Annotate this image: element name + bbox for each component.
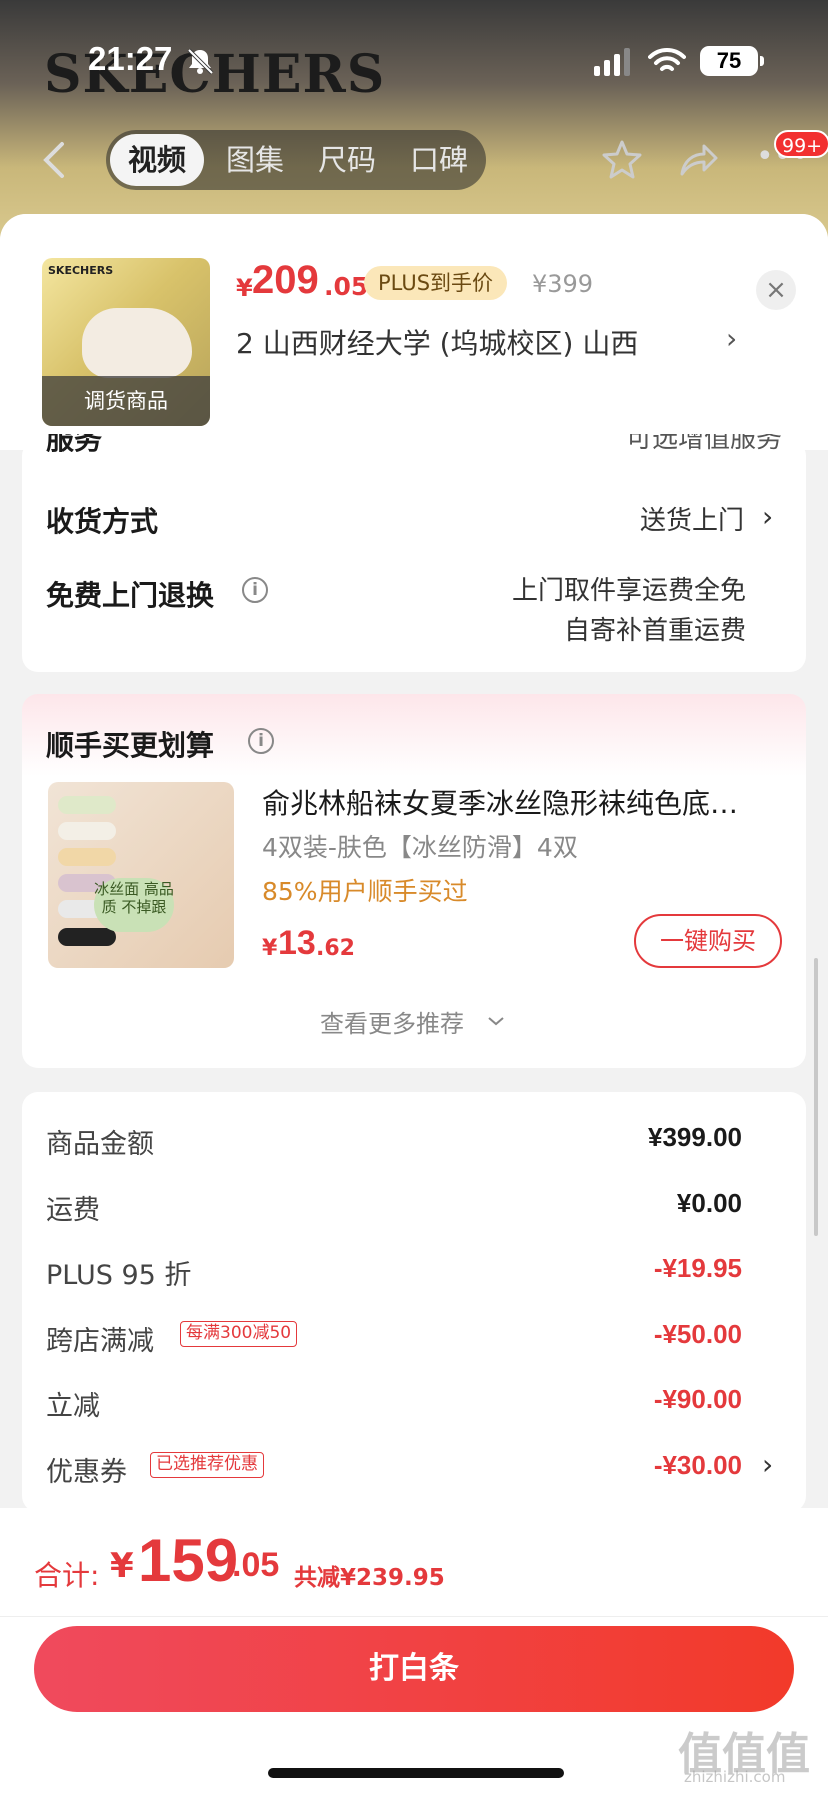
close-icon[interactable]: × (756, 270, 796, 310)
bundle-price-integer: 13 (278, 924, 316, 962)
info-icon[interactable]: i (242, 577, 268, 603)
summary-value[interactable]: -¥30.00 (540, 1450, 742, 1481)
signal-icon (594, 48, 630, 76)
pay-with-baitiao-button[interactable]: 打白条 (34, 1626, 794, 1712)
product-thumbnail[interactable]: SKECHERS 调货商品 (42, 258, 210, 426)
service-row[interactable]: 服务 可选增值服务 (46, 434, 782, 452)
delivery-address[interactable]: 2 山西财经大学 (坞城校区) 山西 (236, 322, 638, 362)
summary-label: 跨店满减 (46, 1325, 154, 1357)
info-icon[interactable]: i (248, 728, 274, 754)
one-click-buy-button[interactable]: 一键购买 (634, 914, 782, 968)
bundle-price-decimal: .62 (316, 936, 355, 961)
wifi-icon (648, 47, 686, 71)
summary-label: 优惠券 (46, 1456, 127, 1488)
watermark-url: zhizhizhi.com (684, 1768, 786, 1786)
summary-value: -¥50.00 (653, 1318, 742, 1349)
bundle-product-spec: 4双装-肤色【冰丝防滑】4双 (262, 833, 578, 862)
image-feature-pill: 冰丝面 高品质 不掉跟 (94, 878, 174, 932)
total-decimal: .05 (232, 1546, 280, 1584)
message-badge: 99+ (774, 130, 828, 158)
price-currency: ¥ (236, 274, 253, 302)
promo-tag: 已选推荐优惠 (150, 1451, 264, 1478)
service-value: 可选增值服务 (625, 434, 782, 452)
plus-price-badge: PLUS到手价 (364, 266, 508, 300)
thumb-brand: SKECHERS (48, 264, 114, 277)
tab-reviews[interactable]: 口碑 (394, 130, 484, 190)
summary-label: PLUS 95 折 (46, 1260, 192, 1291)
chevron-right-icon[interactable]: › (726, 322, 737, 355)
bell-muted-icon (187, 48, 214, 75)
bundle-title: 顺手买更划算 (46, 729, 215, 762)
delivery-method-label: 收货方式 (46, 505, 159, 538)
summary-label: 运费 (46, 1194, 100, 1226)
share-icon[interactable] (676, 138, 720, 182)
bundle-price-currency: ¥ (262, 936, 278, 961)
summary-label: 商品金额 (46, 1129, 154, 1160)
total-label: 合计: (34, 1559, 100, 1592)
view-more-recommendations[interactable]: 查看更多推荐 (320, 1004, 464, 1039)
transfer-goods-tag: 调货商品 (42, 376, 210, 426)
bundle-product-title[interactable]: 俞兆林船袜女夏季冰丝隐形袜纯色底… (262, 782, 782, 822)
shoe-image (82, 308, 192, 378)
status-time: 21:27 (88, 40, 173, 77)
summary-label: 立减 (46, 1391, 100, 1422)
media-tabs: 视频 图集 尺码 口碑 (106, 130, 486, 190)
divider (0, 1616, 828, 1617)
summary-value: ¥0.00 (676, 1187, 742, 1218)
scrollbar[interactable] (814, 958, 818, 1236)
tab-size[interactable]: 尺码 (302, 130, 392, 190)
chevron-down-icon[interactable] (486, 1014, 506, 1028)
home-indicator[interactable] (268, 1768, 564, 1778)
promo-tag: 每满300减50 (180, 1320, 298, 1347)
bundle-social-proof: 85%用户顺手买过 (262, 877, 468, 906)
free-return-value-1: 上门取件享运费全免 (511, 576, 746, 606)
free-return-value-2: 自寄补首重运费 (563, 616, 746, 646)
service-label: 服务 (46, 434, 103, 452)
chevron-right-icon[interactable]: › (762, 1448, 773, 1481)
battery-icon: 75 (700, 46, 764, 76)
total-integer: 159 (138, 1527, 239, 1594)
summary-value: -¥90.00 (653, 1384, 742, 1414)
back-arrow-icon[interactable] (36, 138, 72, 182)
free-return-label: 免费上门退换 (46, 579, 215, 612)
delivery-method-value[interactable]: 送货上门 (540, 500, 744, 537)
tab-video[interactable]: 视频 (110, 134, 204, 186)
chevron-right-icon[interactable]: › (762, 500, 773, 533)
original-price: ¥399 (532, 270, 594, 298)
total-currency: ¥ (110, 1546, 134, 1586)
price-integer: 209 (252, 258, 319, 302)
tab-gallery[interactable]: 图集 (210, 130, 300, 190)
summary-value: ¥399.00 (648, 1122, 742, 1152)
sock-product-image[interactable]: 冰丝面 高品质 不掉跟 (48, 782, 234, 968)
header-backdrop (0, 0, 828, 240)
price-decimal: .05 (324, 272, 369, 301)
star-icon[interactable] (600, 138, 644, 182)
summary-value: -¥19.95 (653, 1253, 742, 1283)
total-saved: 共减¥239.95 (294, 1565, 445, 1591)
